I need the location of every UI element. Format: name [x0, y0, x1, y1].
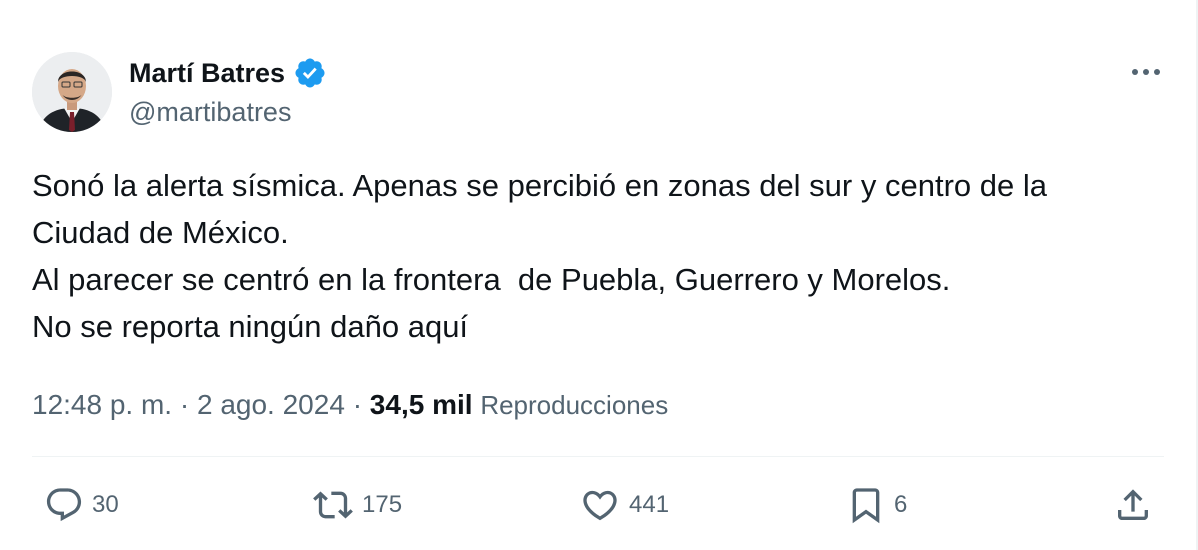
like-button[interactable]: 441	[579, 484, 669, 526]
reply-button[interactable]: 30	[44, 484, 119, 526]
repost-icon	[313, 491, 353, 519]
avatar[interactable]	[32, 52, 112, 132]
tweet-text-line: Ciudad de México.	[32, 215, 289, 250]
repost-count: 175	[362, 491, 403, 518]
share-button[interactable]	[1113, 484, 1153, 526]
author-name-row: Martí Batres	[129, 56, 327, 90]
author-handle[interactable]: @martibatres	[129, 96, 291, 128]
divider	[32, 456, 1164, 457]
tweet-metadata: 12:48 p. m. · 2 ago. 2024 · 34,5 mil Rep…	[32, 386, 668, 424]
views-label: Reproducciones	[480, 390, 669, 420]
repost-button[interactable]: 175	[312, 484, 402, 526]
tweet-date[interactable]: 2 ago. 2024	[197, 389, 345, 420]
bookmark-icon	[852, 488, 880, 524]
author-display-name[interactable]: Martí Batres	[129, 57, 285, 89]
verified-badge-icon[interactable]	[293, 56, 327, 90]
views-count: 34,5 mil	[369, 389, 473, 420]
meta-separator: ·	[179, 389, 190, 420]
meta-separator: ·	[352, 389, 363, 420]
like-count: 441	[629, 491, 670, 518]
share-icon	[1118, 489, 1148, 520]
bookmark-count: 6	[894, 491, 908, 518]
tweet-text: Sonó la alerta sísmica. Apenas se percib…	[32, 162, 1172, 350]
avatar-photo	[32, 52, 112, 132]
tweet-text-line: No se reporta ningún daño aquí	[32, 309, 469, 344]
tweet-text-line: Sonó la alerta sísmica. Apenas se percib…	[32, 168, 1047, 203]
tweet-card: Martí Batres @martibatres Sonó la alerta…	[0, 0, 1198, 550]
reply-bubble-icon	[46, 488, 82, 522]
more-options-icon[interactable]	[1127, 58, 1165, 86]
tweet-text-line: Al parecer se centró en la frontera de P…	[32, 262, 951, 297]
tweet-time[interactable]: 12:48 p. m.	[32, 389, 172, 420]
reply-count: 30	[92, 491, 119, 518]
bookmark-button[interactable]: 6	[846, 484, 907, 526]
heart-icon	[583, 490, 617, 521]
